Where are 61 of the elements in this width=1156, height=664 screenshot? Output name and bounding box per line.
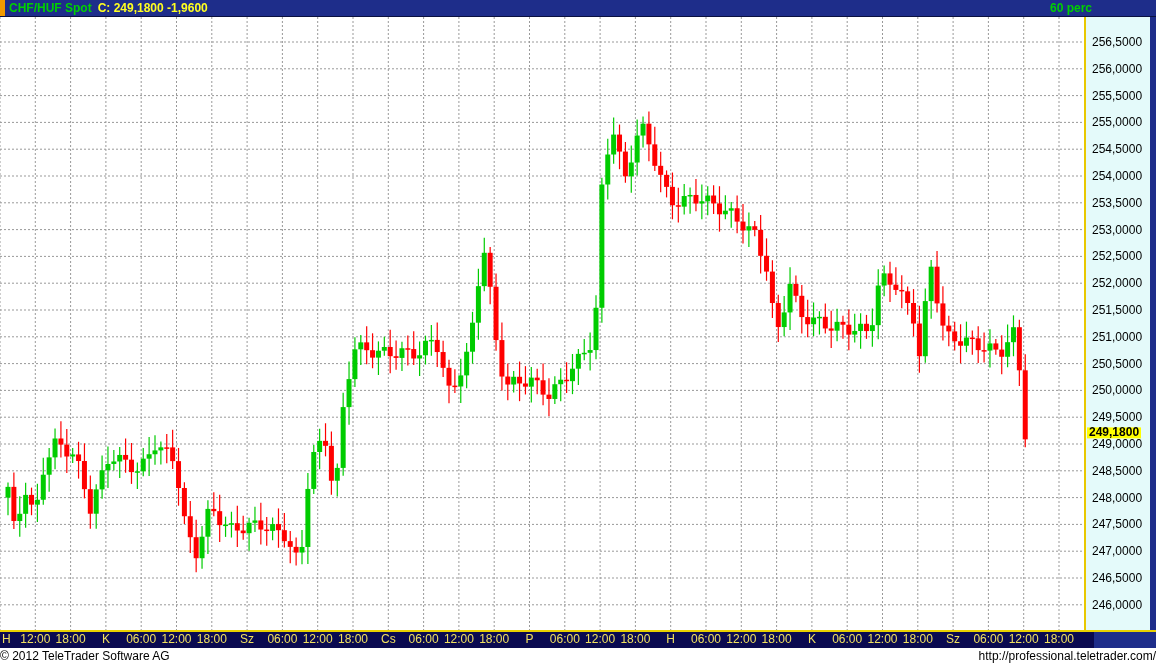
price-label: 250,0000 <box>1092 384 1143 396</box>
time-label: 12:00 <box>443 632 474 647</box>
symbol-label: CHF/HUF Spot <box>9 1 92 15</box>
time-label: 18:00 <box>196 632 227 647</box>
price-label: 254,0000 <box>1092 170 1143 182</box>
time-label: 12:00 <box>726 632 757 647</box>
price-label: 249,5000 <box>1092 411 1143 423</box>
time-label: 18:00 <box>1044 632 1074 647</box>
price-label: 252,0000 <box>1092 277 1143 289</box>
time-label: 18:00 <box>761 632 792 647</box>
time-label: 06:00 <box>973 632 1004 647</box>
time-label: 18:00 <box>338 632 368 647</box>
time-label: 06:00 <box>267 632 298 647</box>
time-label: H <box>2 632 11 647</box>
time-label: 06:00 <box>691 632 721 647</box>
copyright-text: © 2012 TeleTrader Software AG <box>0 648 170 663</box>
title-marker <box>0 0 5 16</box>
time-label: 12:00 <box>302 632 333 647</box>
time-label: 06:00 <box>549 632 580 647</box>
price-label: 255,5000 <box>1092 90 1143 102</box>
price-label: 254,5000 <box>1092 143 1143 155</box>
price-label: 256,5000 <box>1092 36 1143 48</box>
time-label: Sz <box>240 632 255 647</box>
time-label: 12:00 <box>20 632 51 647</box>
time-label: 06:00 <box>126 632 157 647</box>
time-label: Sz <box>946 632 961 647</box>
price-label: 246,5000 <box>1092 572 1143 584</box>
time-label: 12:00 <box>161 632 192 647</box>
price-label: 248,5000 <box>1092 465 1143 477</box>
price-label: 247,5000 <box>1092 518 1143 530</box>
price-label: 255,0000 <box>1092 116 1143 128</box>
time-label: K <box>807 632 816 647</box>
price-label: 249,0000 <box>1092 438 1143 450</box>
price-label: 250,5000 <box>1092 358 1143 370</box>
price-label: 253,5000 <box>1092 197 1143 209</box>
price-label: 251,0000 <box>1092 331 1143 343</box>
price-label: 248,0000 <box>1092 492 1143 504</box>
time-label: 12:00 <box>867 632 898 647</box>
time-label: 18:00 <box>902 632 933 647</box>
time-label: P <box>525 632 534 647</box>
price-label: 252,5000 <box>1092 250 1143 262</box>
time-label: 12:00 <box>1008 632 1039 647</box>
time-label: 06:00 <box>832 632 863 647</box>
axis-corner-block <box>1094 632 1156 648</box>
time-label: K <box>101 632 110 647</box>
time-label: 12:00 <box>585 632 616 647</box>
price-label: 251,5000 <box>1092 304 1143 316</box>
time-label: 18:00 <box>479 632 510 647</box>
time-label: Cs <box>380 632 396 647</box>
time-label: H <box>666 632 675 647</box>
time-label: 18:00 <box>55 632 86 647</box>
last-price-tag: 249,1800 <box>1087 427 1142 439</box>
price-label: 253,0000 <box>1092 224 1143 236</box>
price-label: 256,0000 <box>1092 63 1143 75</box>
quote-label: C: 249,1800 -1,9600 <box>97 1 208 15</box>
price-label: 246,0000 <box>1092 599 1143 611</box>
time-label: 18:00 <box>620 632 651 647</box>
url-text: http://professional.teletrader.com/ <box>978 648 1156 663</box>
interval-label: 60 perc <box>1049 1 1092 15</box>
time-label: 06:00 <box>408 632 439 647</box>
price-label: 247,0000 <box>1092 545 1143 557</box>
